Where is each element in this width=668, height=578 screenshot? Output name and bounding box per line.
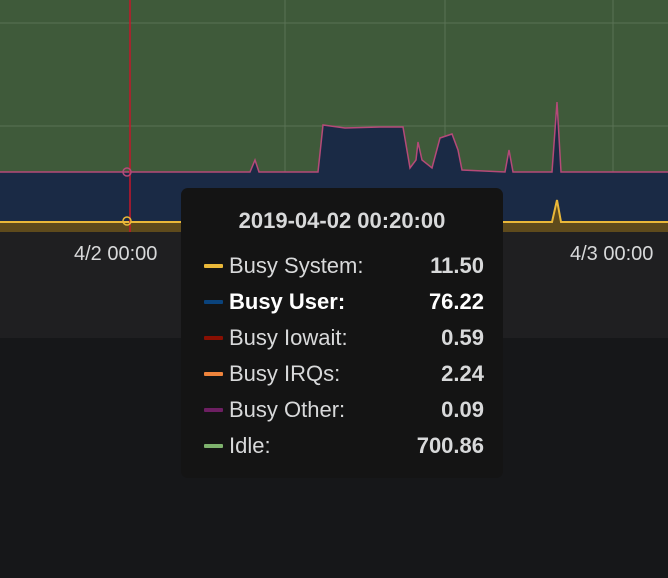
series-swatch-icon <box>204 300 223 304</box>
tooltip-row-idle: Idle: 700.86 <box>181 428 503 464</box>
series-label: Idle: <box>229 433 271 458</box>
series-label: Busy User: <box>229 289 346 314</box>
hover-tooltip: 2019-04-02 00:20:00 Busy System: 11.50 B… <box>181 188 503 478</box>
series-swatch-icon <box>204 372 223 376</box>
series-label: Busy System: <box>229 253 364 278</box>
series-value: 0.59 <box>441 325 484 350</box>
tooltip-row-busy-other: Busy Other: 0.09 <box>181 392 503 428</box>
series-label: Busy Iowait: <box>229 325 348 350</box>
tooltip-row-busy-user: Busy User: 76.22 <box>181 284 503 320</box>
series-label: Busy IRQs: <box>229 361 341 386</box>
series-swatch-icon <box>204 444 223 448</box>
series-value: 76.22 <box>428 289 484 314</box>
tooltip-timestamp: 2019-04-02 00:20:00 <box>238 208 446 233</box>
series-value: 2.24 <box>441 361 484 386</box>
tooltip-row-busy-irqs: Busy IRQs: 2.24 <box>181 356 503 392</box>
series-value: 0.09 <box>441 397 484 422</box>
series-value: 700.86 <box>416 433 484 458</box>
x-tick-4-2: 4/2 00:00 <box>74 243 158 265</box>
graph-view: 0 4/2 00:00 4/3 00:00 2019-04-02 00:20:0… <box>0 0 668 578</box>
tooltip-row-busy-iowait: Busy Iowait: 0.59 <box>181 320 503 356</box>
series-swatch-icon <box>204 336 223 340</box>
series-swatch-icon <box>204 264 223 268</box>
series-value: 11.50 <box>430 253 484 278</box>
series-label: Busy Other: <box>229 397 346 422</box>
x-tick-4-3: 4/3 00:00 <box>570 243 654 265</box>
series-swatch-icon <box>204 408 223 412</box>
tooltip-row-busy-system: Busy System: 11.50 <box>181 248 503 284</box>
